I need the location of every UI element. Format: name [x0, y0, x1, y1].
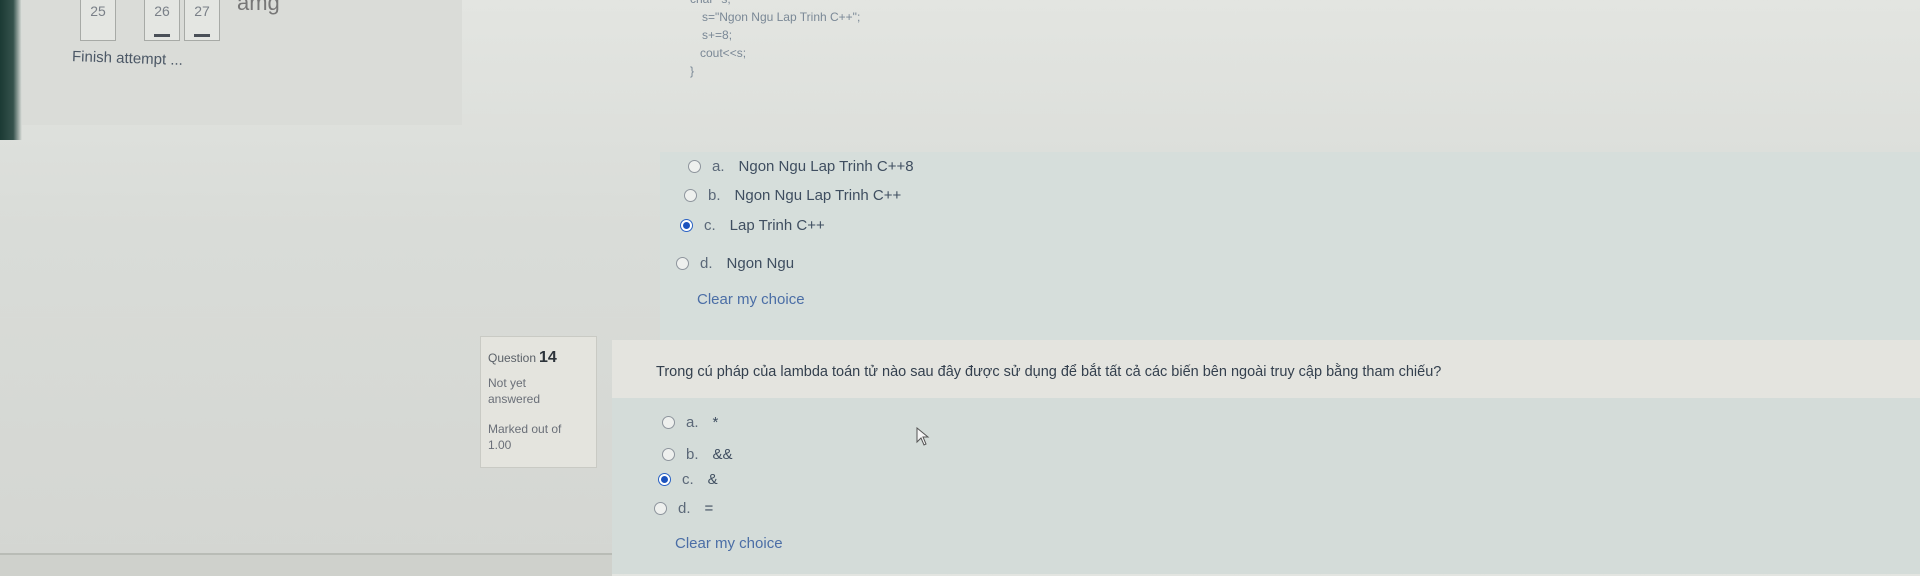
answered-mark	[194, 34, 210, 37]
q13-answer-a[interactable]: a. Ngon Ngu Lap Trinh C++8	[688, 158, 914, 175]
q13-code-block: char *s; s="Ngon Ngu Lap Trinh C++"; s+=…	[690, 0, 860, 80]
nav-question-label: 25	[90, 3, 106, 19]
answer-letter: b.	[686, 446, 699, 463]
answered-mark	[154, 34, 170, 37]
answer-text: =	[704, 500, 714, 517]
q14-answer-panel	[612, 398, 1920, 574]
code-line: char *s;	[690, 0, 860, 8]
code-line: cout<<s;	[700, 46, 747, 60]
radio-button[interactable]	[688, 160, 701, 173]
nav-question-label: 27	[194, 3, 210, 19]
answer-letter: c.	[682, 471, 694, 488]
nav-question-26-button[interactable]: 26	[144, 0, 180, 41]
radio-button-selected[interactable]	[658, 473, 671, 486]
window-edge	[0, 0, 22, 140]
answer-text: *	[712, 414, 719, 431]
answer-letter: d.	[678, 500, 691, 517]
answer-letter: b.	[708, 187, 721, 204]
q14-question-text: Trong cú pháp của lambda toán tử nào sau…	[656, 364, 1442, 380]
answer-letter: c.	[704, 217, 716, 234]
radio-button[interactable]	[654, 502, 667, 515]
nav-text-fragment: amg	[237, 0, 280, 15]
question-label: Question	[488, 351, 537, 365]
answer-text: Lap Trinh C++	[729, 217, 825, 234]
answer-letter: d.	[700, 255, 713, 272]
nav-question-27-button[interactable]: 27	[184, 0, 220, 41]
answer-text: Ngon Ngu	[726, 255, 795, 272]
answer-text: Ngon Ngu Lap Trinh C++	[734, 187, 902, 204]
q13-answer-c[interactable]: c. Lap Trinh C++	[680, 217, 825, 234]
q13-answer-b[interactable]: b. Ngon Ngu Lap Trinh C++	[684, 187, 901, 204]
radio-button[interactable]	[676, 257, 689, 270]
q14-answer-a[interactable]: a. *	[662, 414, 718, 431]
answer-text: &&	[712, 446, 733, 463]
code-line: s+=8;	[702, 28, 733, 42]
mouse-pointer-icon	[916, 427, 930, 446]
answer-text: &	[707, 471, 718, 488]
code-line: s="Ngon Ngu Lap Trinh C++";	[702, 10, 861, 24]
code-line: }	[690, 64, 695, 78]
radio-button-selected[interactable]	[680, 219, 693, 232]
question-state: Not yet answered	[488, 376, 541, 406]
radio-button[interactable]	[662, 416, 675, 429]
q14-answer-d[interactable]: d. =	[654, 500, 713, 517]
question-grade: Marked out of 1.00	[488, 422, 562, 452]
q13-answer-panel	[660, 152, 1920, 350]
q14-answer-b[interactable]: b. &&	[662, 446, 733, 463]
radio-button[interactable]	[662, 448, 675, 461]
answer-letter: a.	[712, 158, 725, 175]
question-number-value: 14	[539, 349, 557, 366]
q13-answer-d[interactable]: d. Ngon Ngu	[676, 255, 794, 272]
nav-question-label: 26	[154, 3, 170, 19]
nav-question-25-button[interactable]: 25	[80, 0, 116, 41]
answer-text: Ngon Ngu Lap Trinh C++8	[738, 158, 914, 175]
q14-clear-choice-link[interactable]: Clear my choice	[675, 535, 783, 552]
question-number: Question 14	[488, 349, 557, 367]
radio-button[interactable]	[684, 189, 697, 202]
q14-info-card: Question 14 Not yet answered Marked out o…	[480, 336, 597, 468]
q13-clear-choice-link[interactable]: Clear my choice	[697, 291, 805, 308]
answer-letter: a.	[686, 414, 699, 431]
q14-answer-c[interactable]: c. &	[658, 471, 718, 488]
bottom-border	[0, 553, 612, 576]
